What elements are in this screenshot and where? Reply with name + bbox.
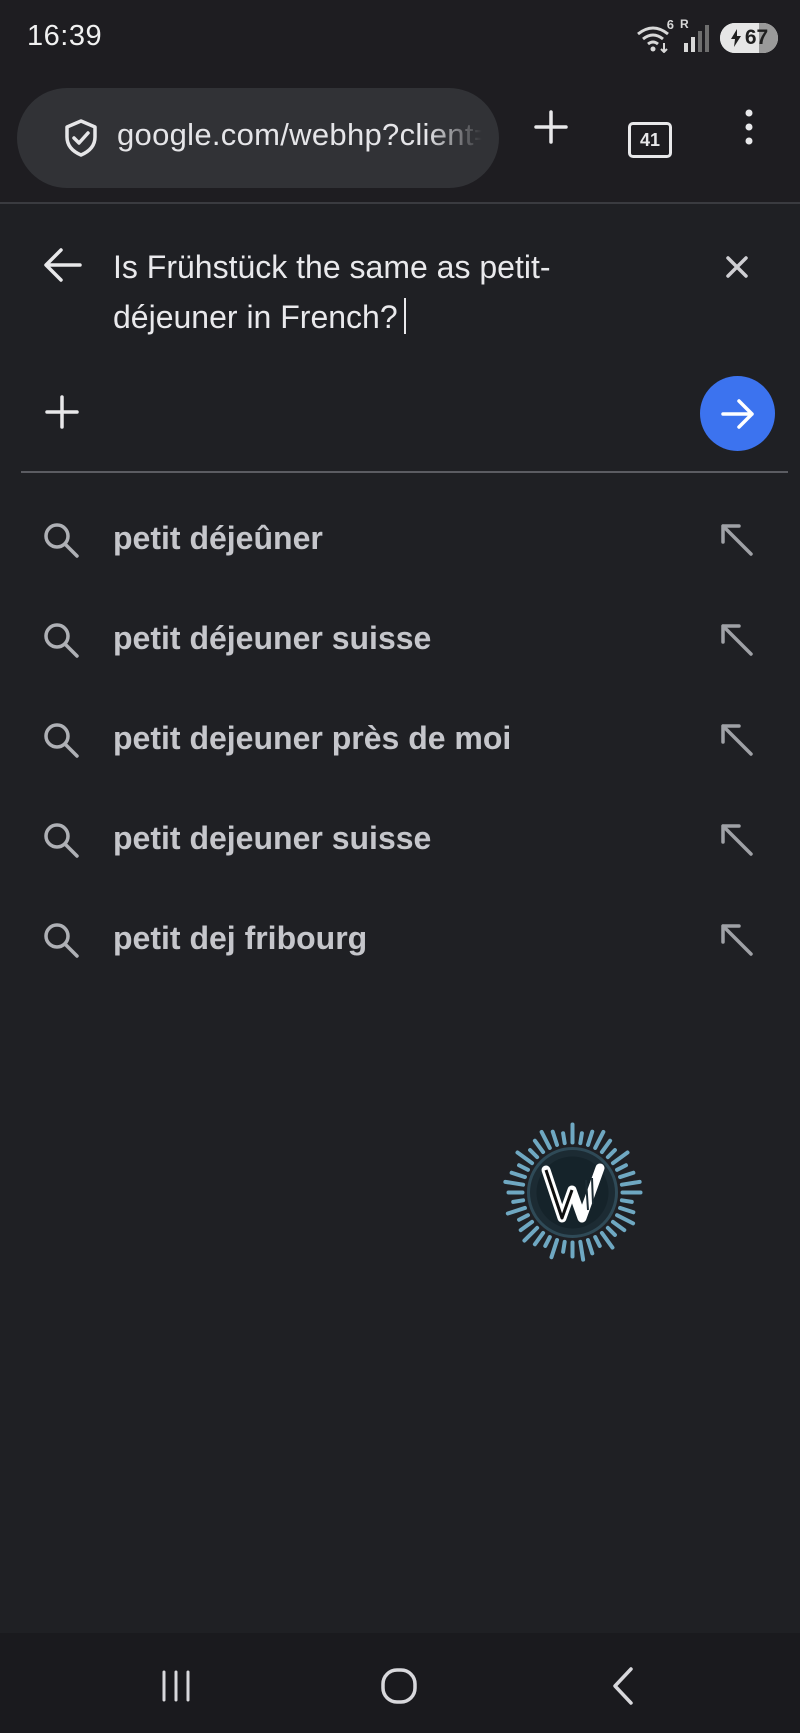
recent-apps-button[interactable] (151, 1661, 201, 1711)
wifi-label: 6 (666, 17, 674, 32)
go-button[interactable] (700, 376, 775, 451)
browser-toolbar: google.com/webhp?client=ms-android-samsu… (0, 76, 800, 204)
suggestion-text[interactable]: petit dejeuner suisse (113, 820, 431, 857)
search-query-text[interactable]: Is Frühstück the same as petit-déjeuner … (113, 249, 551, 335)
arrow-up-left-icon[interactable] (717, 620, 757, 660)
arrow-up-left-icon[interactable] (717, 720, 757, 760)
home-icon (381, 1668, 417, 1704)
more-vertical-icon (745, 109, 753, 145)
floating-app-logo-icon[interactable] (500, 1120, 645, 1265)
text-caret (403, 298, 406, 334)
search-icon (44, 723, 79, 758)
arrow-up-left-icon[interactable] (717, 820, 757, 860)
divider (21, 471, 788, 473)
status-icons: 6 R 67 (636, 17, 778, 56)
suggestion-item[interactable]: petit déjeuner suisse (0, 590, 800, 690)
arrow-up-left-icon[interactable] (717, 920, 757, 960)
search-icon (44, 823, 79, 858)
recent-apps-icon (162, 1670, 190, 1702)
suggestion-item[interactable]: petit déjeûner (0, 490, 800, 590)
menu-button[interactable] (728, 106, 770, 148)
status-bar: 16:39 6 R 67 (0, 0, 800, 76)
search-input[interactable]: Is Frühstück the same as petit-déjeuner … (113, 242, 613, 342)
suggestion-text[interactable]: petit dej fribourg (113, 920, 367, 957)
signal-label: R (680, 17, 689, 31)
plus-icon (534, 110, 568, 144)
search-icon (44, 623, 79, 658)
status-time: 16:39 (27, 20, 103, 52)
charging-icon (730, 29, 741, 47)
search-icon (44, 523, 79, 558)
suggestion-text[interactable]: petit dejeuner près de moi (113, 720, 511, 757)
tab-switcher-button[interactable]: 41 (628, 122, 672, 158)
suggestion-item[interactable]: petit dej fribourg (0, 890, 800, 990)
new-tab-button[interactable] (530, 106, 572, 148)
plus-icon[interactable] (42, 392, 82, 432)
signal-icon: R (680, 17, 710, 53)
system-nav-bar (0, 1633, 800, 1733)
arrow-left-icon[interactable] (42, 244, 84, 286)
home-button[interactable] (374, 1661, 424, 1711)
search-icon (44, 923, 79, 958)
wifi-icon: 6 (636, 17, 674, 54)
chevron-left-icon (613, 1667, 633, 1705)
url-text[interactable]: google.com/webhp?client=ms-android-samsu… (117, 117, 482, 159)
search-query-area: Is Frühstück the same as petit-déjeuner … (0, 204, 800, 474)
arrow-up-left-icon[interactable] (717, 520, 757, 560)
suggestion-text[interactable]: petit déjeûner (113, 520, 323, 557)
suggestion-item[interactable]: petit dejeuner près de moi (0, 690, 800, 790)
battery-level: 67 (744, 26, 769, 49)
back-button[interactable] (598, 1661, 648, 1711)
close-icon[interactable] (720, 250, 754, 284)
shield-check-icon[interactable] (61, 118, 101, 158)
url-bar[interactable]: google.com/webhp?client=ms-android-samsu… (17, 88, 499, 188)
suggestion-item[interactable]: petit dejeuner suisse (0, 790, 800, 890)
battery-indicator: 67 (720, 23, 778, 53)
arrow-right-icon (720, 398, 754, 429)
suggestion-list: petit déjeûner petit déjeuner suisse pet… (0, 490, 800, 990)
suggestion-text[interactable]: petit déjeuner suisse (113, 620, 431, 657)
